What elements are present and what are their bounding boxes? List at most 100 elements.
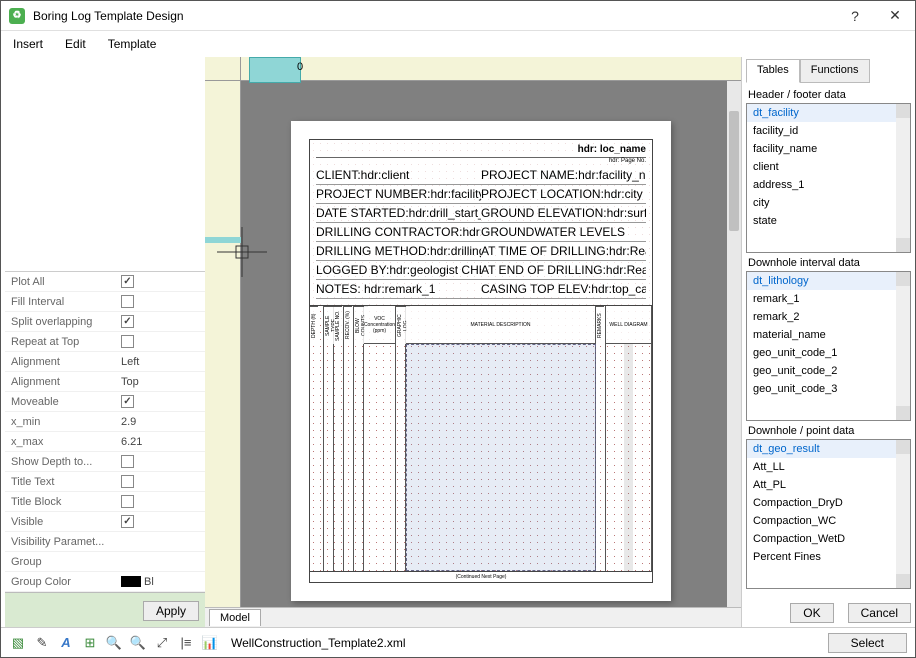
property-value[interactable]: Left — [119, 356, 205, 368]
property-row[interactable]: x_min2.9 — [5, 412, 205, 432]
property-row[interactable]: Fill Interval — [5, 292, 205, 312]
property-row[interactable]: Visibility Paramet... — [5, 532, 205, 552]
list-item[interactable]: dt_lithology — [747, 272, 910, 290]
menu-template[interactable]: Template — [108, 37, 157, 51]
property-value[interactable] — [119, 515, 205, 528]
list-item[interactable]: Compaction_DryD — [747, 494, 910, 512]
property-row[interactable]: Group — [5, 552, 205, 572]
property-value[interactable] — [119, 475, 205, 488]
property-row[interactable]: Split overlapping — [5, 312, 205, 332]
property-value[interactable] — [119, 495, 205, 508]
property-row[interactable]: x_max6.21 — [5, 432, 205, 452]
template-page[interactable]: hdr: loc_name hdr: Page No. CLIENT:hdr:c… — [291, 121, 671, 601]
tab-tables[interactable]: Tables — [746, 59, 800, 83]
checkbox-icon[interactable] — [121, 455, 134, 468]
apply-button[interactable]: Apply — [143, 601, 199, 621]
tab-model[interactable]: Model — [209, 609, 261, 626]
property-name: x_min — [5, 416, 119, 428]
property-value[interactable] — [119, 275, 205, 288]
list-item[interactable]: facility_name — [747, 140, 910, 158]
checkbox-icon[interactable] — [121, 315, 134, 328]
list-item[interactable]: facility_id — [747, 122, 910, 140]
property-row[interactable]: Title Text — [5, 472, 205, 492]
list-item[interactable]: Att_PL — [747, 476, 910, 494]
list-item[interactable]: Compaction_WetD — [747, 530, 910, 548]
chart-tool-icon[interactable]: 📊 — [201, 634, 219, 652]
property-row[interactable]: Plot All — [5, 272, 205, 292]
zoom-fit-icon[interactable]: ⤢ — [153, 634, 171, 652]
property-row[interactable]: Title Block — [5, 492, 205, 512]
property-value[interactable] — [119, 455, 205, 468]
list-item[interactable]: geo_unit_code_1 — [747, 344, 910, 362]
scrollbar-icon[interactable] — [896, 104, 910, 252]
ok-button[interactable]: OK — [790, 603, 833, 623]
menu-edit[interactable]: Edit — [65, 37, 86, 51]
zoom-out-icon[interactable]: 🔍 — [129, 634, 147, 652]
list-item[interactable]: remark_2 — [747, 308, 910, 326]
well-diagram-col[interactable]: WELL DIAGRAM — [606, 306, 652, 571]
menubar: Insert Edit Template — [1, 31, 915, 57]
checkbox-icon[interactable] — [121, 395, 134, 408]
property-name: Group — [5, 556, 119, 568]
list-item[interactable]: Percent Fines — [747, 548, 910, 566]
list-item[interactable]: client — [747, 158, 910, 176]
property-value[interactable] — [119, 295, 205, 308]
checkbox-icon[interactable] — [121, 475, 134, 488]
rect-tool-icon[interactable]: ▧ — [9, 634, 27, 652]
tab-functions[interactable]: Functions — [800, 59, 870, 83]
checkbox-icon[interactable] — [121, 495, 134, 508]
list-item[interactable]: geo_unit_code_3 — [747, 380, 910, 398]
checkbox-icon[interactable] — [121, 275, 134, 288]
help-button[interactable]: ? — [835, 1, 875, 31]
menu-insert[interactable]: Insert — [13, 37, 43, 51]
cancel-button[interactable]: Cancel — [848, 603, 911, 623]
property-row[interactable]: AlignmentLeft — [5, 352, 205, 372]
canvas-scrollbar[interactable] — [727, 81, 741, 607]
property-value[interactable] — [119, 315, 205, 328]
header-footer-list[interactable]: dt_facilityfacility_idfacility_nameclien… — [746, 103, 911, 253]
scrollbar-icon[interactable] — [896, 440, 910, 588]
list-item[interactable]: dt_facility — [747, 104, 910, 122]
list-item[interactable]: dt_geo_result — [747, 440, 910, 458]
log-body[interactable]: DEPTH (ft) SAMPLE TYPE SAMPLE NO. RECOV.… — [310, 306, 652, 571]
text-tool-icon[interactable]: A — [57, 634, 75, 652]
property-row[interactable]: Visible — [5, 512, 205, 532]
pencil-tool-icon[interactable]: ✎ — [33, 634, 51, 652]
property-value[interactable] — [119, 335, 205, 348]
list-item[interactable]: state — [747, 212, 910, 230]
scrollbar-icon[interactable] — [896, 272, 910, 420]
close-button[interactable]: ✕ — [875, 1, 915, 31]
property-row[interactable]: Moveable — [5, 392, 205, 412]
ruler-horizontal[interactable]: 0 — [241, 57, 741, 81]
list-item[interactable]: city — [747, 194, 910, 212]
property-value[interactable]: Bl — [119, 576, 205, 588]
property-row[interactable]: Group ColorBl — [5, 572, 205, 592]
canvas-viewport[interactable]: hdr: loc_name hdr: Page No. CLIENT:hdr:c… — [241, 81, 727, 607]
downhole-interval-list[interactable]: dt_lithologyremark_1remark_2material_nam… — [746, 271, 911, 421]
checkbox-icon[interactable] — [121, 515, 134, 528]
property-value[interactable]: 2.9 — [119, 416, 205, 428]
list-item[interactable]: Compaction_WC — [747, 512, 910, 530]
list-item[interactable]: address_1 — [747, 176, 910, 194]
list-item[interactable]: remark_1 — [747, 290, 910, 308]
select-button[interactable]: Select — [828, 633, 907, 653]
grid-tool-icon[interactable]: ⊞ — [81, 634, 99, 652]
property-value[interactable]: 6.21 — [119, 436, 205, 448]
page-header[interactable]: hdr: loc_name hdr: Page No. CLIENT:hdr:c… — [310, 140, 652, 306]
material-description-col[interactable]: MATERIAL DESCRIPTION — [406, 306, 596, 571]
list-item[interactable]: material_name — [747, 326, 910, 344]
zoom-tool-icon[interactable]: 🔍 — [105, 634, 123, 652]
checkbox-icon[interactable] — [121, 335, 134, 348]
property-row[interactable]: Show Depth to... — [5, 452, 205, 472]
ruler-corner — [205, 57, 241, 81]
ruler-vertical[interactable] — [205, 81, 241, 607]
align-tool-icon[interactable]: |≡ — [177, 634, 195, 652]
checkbox-icon[interactable] — [121, 295, 134, 308]
property-value[interactable] — [119, 395, 205, 408]
list-item[interactable]: Att_LL — [747, 458, 910, 476]
property-value[interactable]: Top — [119, 376, 205, 388]
property-row[interactable]: AlignmentTop — [5, 372, 205, 392]
property-row[interactable]: Repeat at Top — [5, 332, 205, 352]
downhole-point-list[interactable]: dt_geo_resultAtt_LLAtt_PLCompaction_DryD… — [746, 439, 911, 589]
list-item[interactable]: geo_unit_code_2 — [747, 362, 910, 380]
